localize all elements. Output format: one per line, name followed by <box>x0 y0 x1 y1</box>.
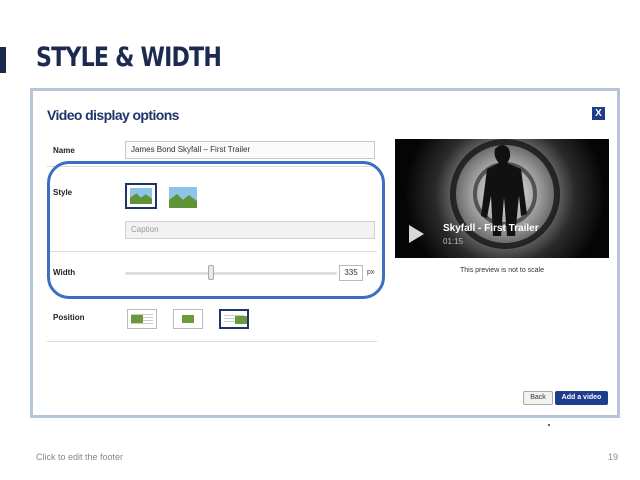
separator <box>47 341 377 342</box>
back-button[interactable]: Back <box>523 391 553 405</box>
position-center-option[interactable] <box>173 309 203 329</box>
landscape-image-icon <box>182 315 194 323</box>
landscape-image-icon <box>235 316 247 324</box>
add-video-button[interactable]: Add a video <box>555 391 608 405</box>
dialog-title: Video display options <box>47 107 179 123</box>
video-options-dialog: Video display options X Name James Bond … <box>30 88 620 418</box>
slide-title: STYLE & WIDTH <box>36 42 222 73</box>
name-label: Name <box>53 146 75 155</box>
video-preview[interactable]: Skyfall - First Trailer 01:15 <box>395 139 609 258</box>
gunbarrel-scene <box>395 139 609 258</box>
position-label: Position <box>53 313 85 322</box>
landscape-image-icon <box>131 315 143 323</box>
video-duration: 01:15 <box>443 237 464 246</box>
position-right-option[interactable] <box>219 309 249 329</box>
name-field[interactable]: James Bond Skyfall – First Trailer <box>125 141 375 159</box>
page-number: 19 <box>607 452 618 462</box>
play-icon[interactable] <box>409 225 424 243</box>
title-accent-bar <box>0 47 6 73</box>
video-title: Skyfall - First Trailer <box>443 223 539 234</box>
slide-footer[interactable]: Click to edit the footer <box>36 452 123 462</box>
cursor-mark <box>548 424 550 426</box>
close-button[interactable]: X <box>592 107 605 120</box>
position-left-option[interactable] <box>127 309 157 329</box>
preview-note: This preview is not to scale <box>459 267 545 274</box>
highlight-outline <box>47 161 385 299</box>
